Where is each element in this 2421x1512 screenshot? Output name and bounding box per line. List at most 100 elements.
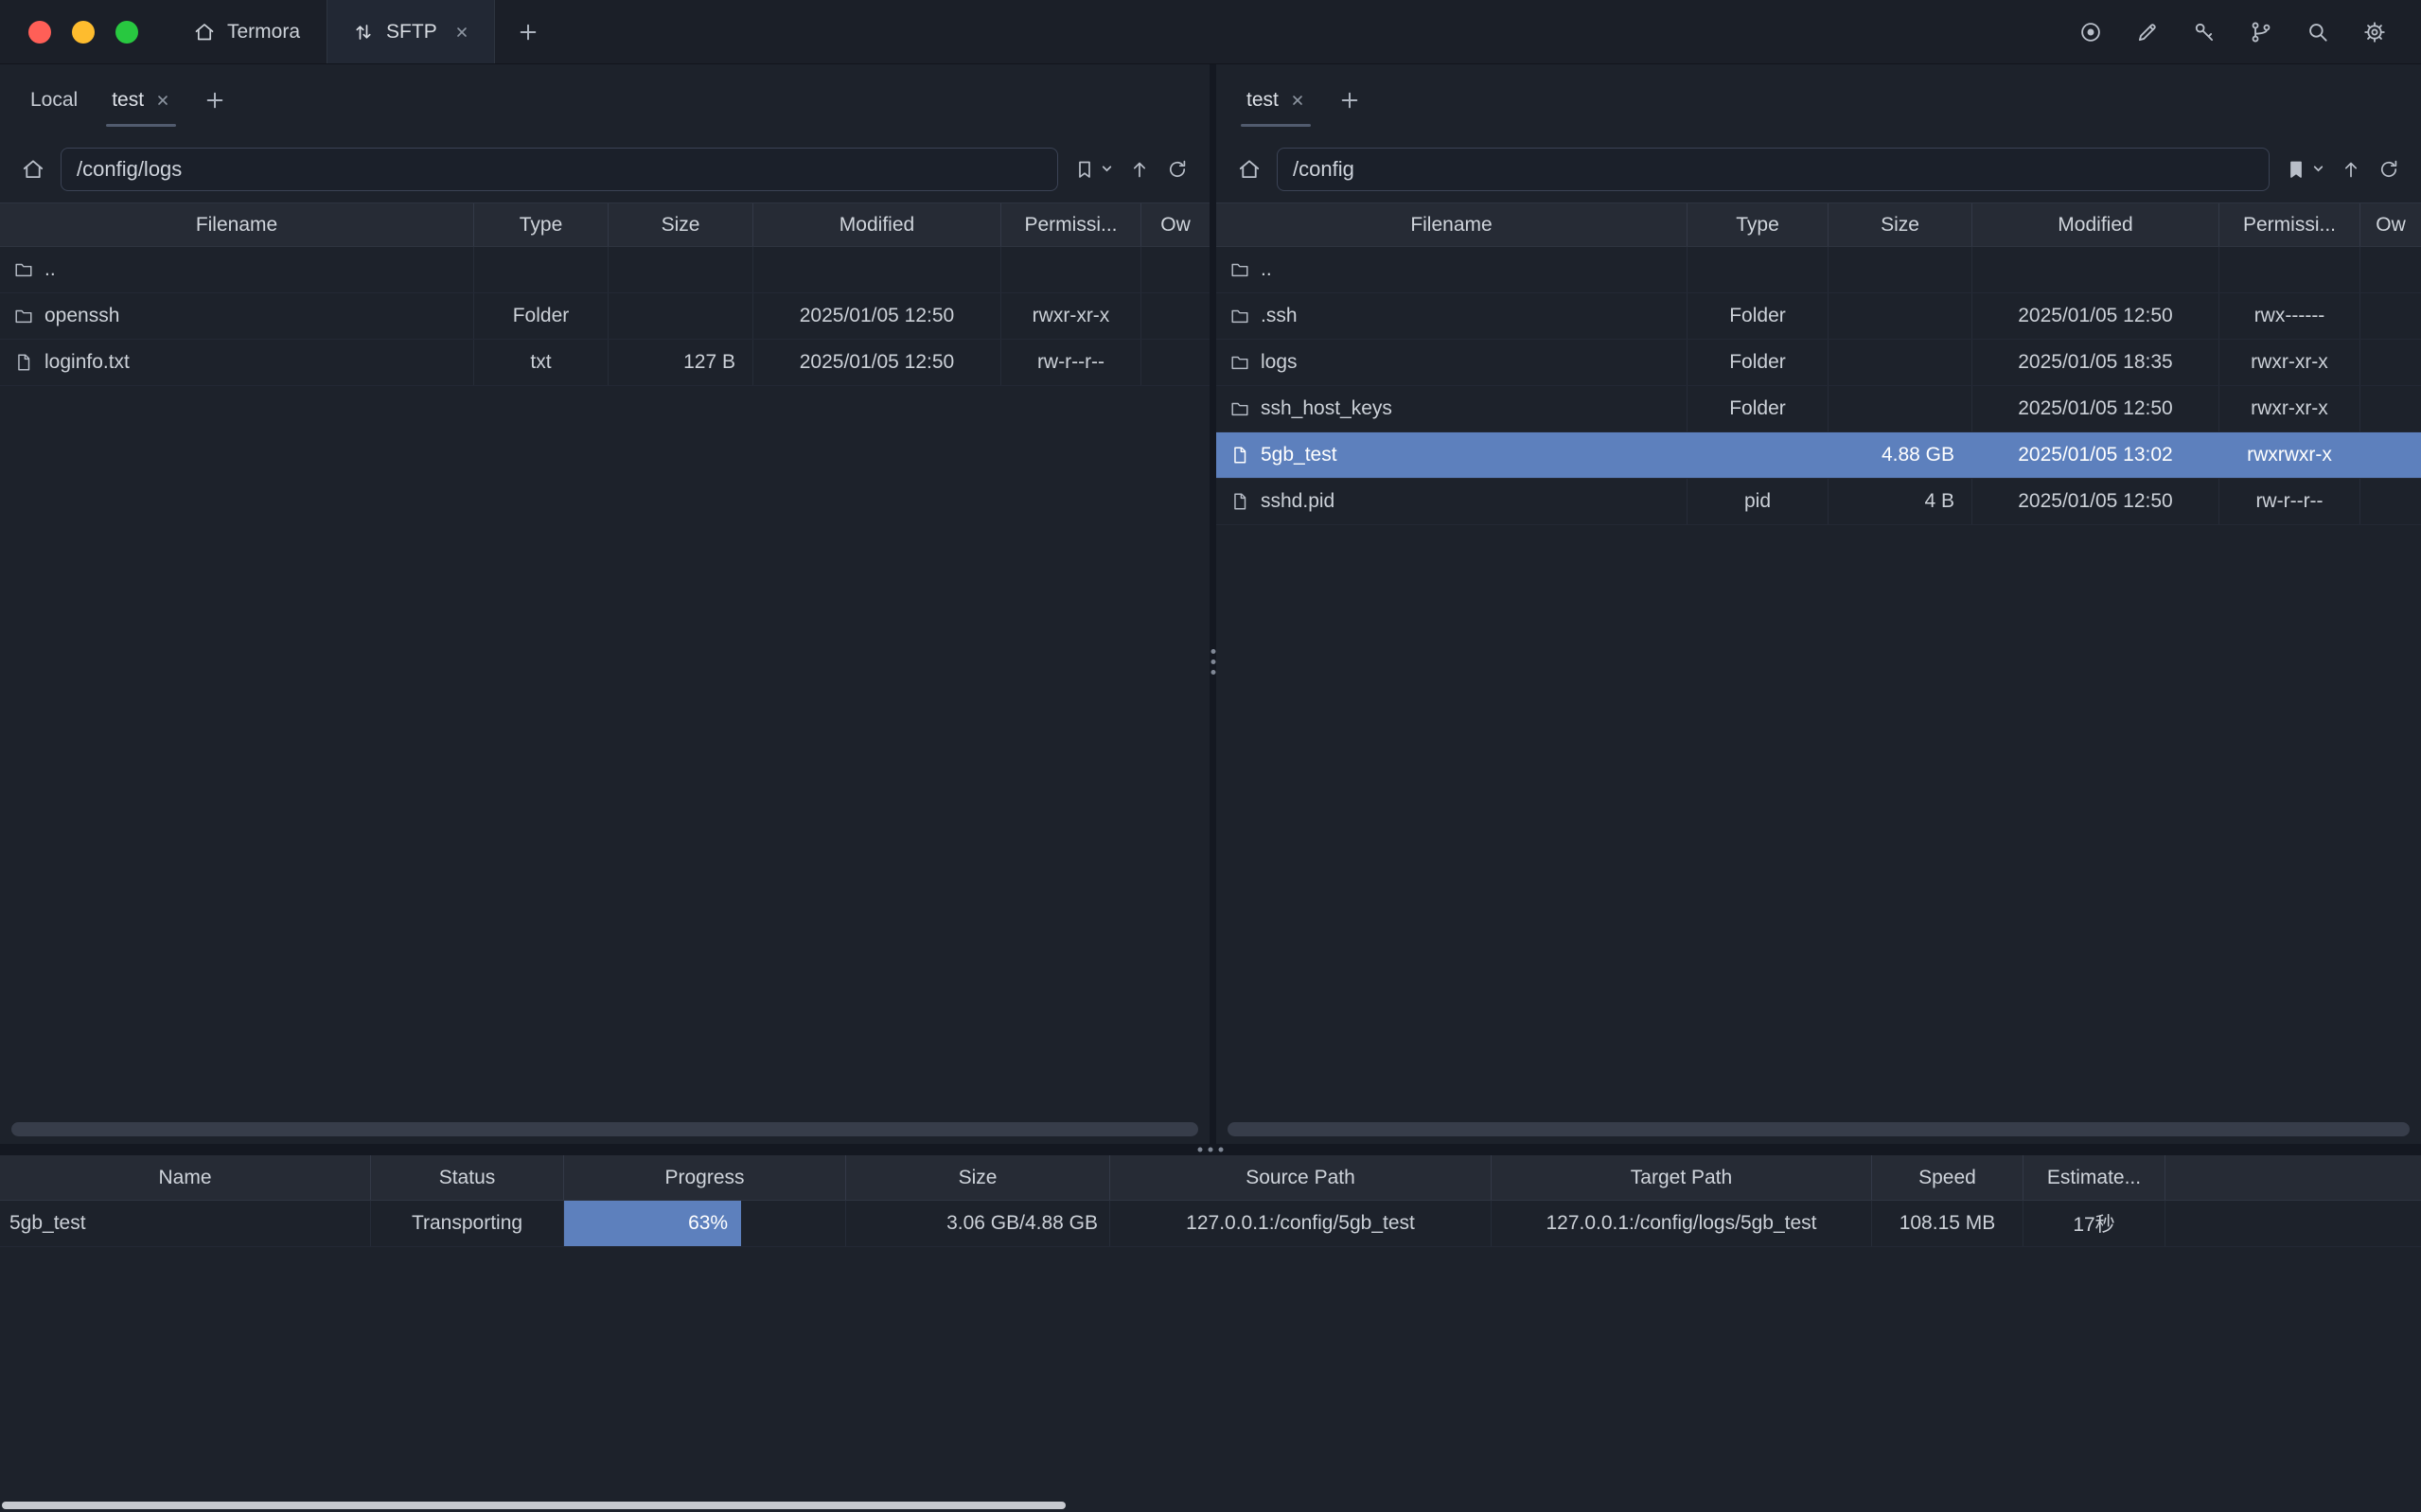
column-header-owner[interactable]: Ow: [2360, 203, 2421, 246]
file-row-logs[interactable]: logs Folder 2025/01/05 18:35 rwxr-xr-x: [1216, 340, 2421, 386]
zoom-window-button[interactable]: [115, 21, 138, 44]
left-tab-local-label: Local: [30, 89, 78, 112]
column-header-progress[interactable]: Progress: [564, 1155, 846, 1200]
right-path-input[interactable]: [1277, 148, 2270, 191]
home-icon: [193, 21, 216, 44]
right-pane: test: [1216, 64, 2421, 1144]
parent-directory-icon[interactable]: [1128, 158, 1151, 181]
left-table-header: Filename Type Size Modified Permissi... …: [0, 202, 1210, 247]
tab-termora[interactable]: Termora: [167, 0, 327, 63]
settings-gear-icon[interactable]: [2362, 20, 2387, 44]
close-tab-icon[interactable]: [155, 93, 170, 108]
file-row-parent[interactable]: ..: [1216, 247, 2421, 293]
close-tab-icon[interactable]: [1290, 93, 1305, 108]
file-owner: [1141, 340, 1210, 385]
left-path-input[interactable]: [61, 148, 1058, 191]
column-header-name[interactable]: Name: [0, 1155, 371, 1200]
new-tab-button[interactable]: [495, 0, 561, 63]
file-permissions: rwx------: [2219, 293, 2360, 339]
file-size: [1829, 340, 1972, 385]
horizontal-splitter[interactable]: [0, 1144, 2421, 1155]
column-header-permissions[interactable]: Permissi...: [2219, 203, 2360, 246]
file-size: [1829, 293, 1972, 339]
refresh-icon[interactable]: [1166, 158, 1189, 181]
right-bookmark-control[interactable]: [2285, 158, 2324, 181]
file-icon: [13, 352, 34, 373]
right-horizontal-scrollbar[interactable]: [1228, 1122, 2410, 1136]
file-modified: 2025/01/05 12:50: [753, 340, 1001, 385]
file-permissions: rwxr-xr-x: [2219, 386, 2360, 431]
edit-icon[interactable]: [2135, 20, 2160, 44]
branch-icon[interactable]: [2249, 20, 2273, 44]
column-header-source-path[interactable]: Source Path: [1110, 1155, 1492, 1200]
right-tab-test[interactable]: test: [1229, 64, 1322, 135]
search-icon[interactable]: [2306, 20, 2330, 44]
file-size: [1829, 386, 1972, 431]
close-window-button[interactable]: [28, 21, 51, 44]
file-name: ..: [1261, 258, 1272, 281]
column-header-status[interactable]: Status: [371, 1155, 564, 1200]
file-type: Folder: [1688, 340, 1829, 385]
left-add-tab-button[interactable]: [187, 64, 242, 135]
file-name: sshd.pid: [1261, 490, 1334, 513]
file-owner: [2360, 479, 2421, 524]
column-header-type[interactable]: Type: [1688, 203, 1829, 246]
transfer-size: 3.06 GB/4.88 GB: [846, 1201, 1110, 1246]
file-row-sshd-pid[interactable]: sshd.pid pid 4 B 2025/01/05 12:50 rw-r--…: [1216, 479, 2421, 525]
file-owner: [1141, 247, 1210, 292]
titlebar: Termora SFTP: [0, 0, 2421, 64]
right-add-tab-button[interactable]: [1322, 64, 1377, 135]
column-header-filename[interactable]: Filename: [0, 203, 474, 246]
column-header-size[interactable]: Size: [609, 203, 753, 246]
vertical-splitter[interactable]: [1210, 64, 1216, 1144]
home-icon[interactable]: [21, 157, 45, 182]
file-type: Folder: [474, 293, 609, 339]
file-row-5gb-test-selected[interactable]: 5gb_test 4.88 GB 2025/01/05 13:02 rwxrwx…: [1216, 432, 2421, 479]
column-header-filename[interactable]: Filename: [1216, 203, 1688, 246]
file-name: 5gb_test: [1261, 444, 1337, 466]
record-icon[interactable]: [2078, 20, 2103, 44]
transfer-horizontal-scrollbar[interactable]: [2, 1502, 1066, 1509]
left-bookmark-control[interactable]: [1073, 158, 1113, 181]
close-tab-icon[interactable]: [454, 25, 469, 40]
left-file-list: .. openssh Folder: [0, 247, 1210, 1144]
minimize-window-button[interactable]: [72, 21, 95, 44]
file-size: 4.88 GB: [1829, 432, 1972, 478]
file-permissions: rw-r--r--: [2219, 479, 2360, 524]
transfer-table-header: Name Status Progress Size Source Path Ta…: [0, 1155, 2421, 1201]
file-type: [1688, 247, 1829, 292]
file-name: loginfo.txt: [44, 351, 130, 374]
folder-icon: [1229, 352, 1250, 373]
left-horizontal-scrollbar[interactable]: [11, 1122, 1198, 1136]
refresh-icon[interactable]: [2377, 158, 2400, 181]
key-icon[interactable]: [2192, 20, 2217, 44]
column-header-target-path[interactable]: Target Path: [1492, 1155, 1872, 1200]
file-row-ssh-host-keys[interactable]: ssh_host_keys Folder 2025/01/05 12:50 rw…: [1216, 386, 2421, 432]
parent-directory-icon[interactable]: [2340, 158, 2362, 181]
transfer-row-5gb-test[interactable]: 5gb_test Transporting 63% 3.06 GB/4.88 G…: [0, 1201, 2421, 1247]
column-header-owner[interactable]: Ow: [1141, 203, 1210, 246]
right-tab-test-label: test: [1246, 89, 1279, 112]
column-header-size[interactable]: Size: [1829, 203, 1972, 246]
column-header-modified[interactable]: Modified: [753, 203, 1001, 246]
left-tab-local[interactable]: Local: [13, 64, 95, 135]
column-header-permissions[interactable]: Permissi...: [1001, 203, 1141, 246]
transfer-source-path: 127.0.0.1:/config/5gb_test: [1110, 1201, 1492, 1246]
file-row-openssh[interactable]: openssh Folder 2025/01/05 12:50 rwxr-xr-…: [0, 293, 1210, 340]
column-header-modified[interactable]: Modified: [1972, 203, 2219, 246]
column-header-speed[interactable]: Speed: [1872, 1155, 2023, 1200]
column-header-size[interactable]: Size: [846, 1155, 1110, 1200]
splitter-grip-icon: [1198, 1148, 1224, 1152]
column-header-type[interactable]: Type: [474, 203, 609, 246]
file-row-loginfo[interactable]: loginfo.txt txt 127 B 2025/01/05 12:50 r…: [0, 340, 1210, 386]
file-permissions: [2219, 247, 2360, 292]
file-row-parent[interactable]: ..: [0, 247, 1210, 293]
left-tab-test[interactable]: test: [95, 64, 187, 135]
column-header-estimate[interactable]: Estimate...: [2023, 1155, 2165, 1200]
transfer-estimate: 17秒: [2023, 1201, 2165, 1246]
right-table-header: Filename Type Size Modified Permissi... …: [1216, 202, 2421, 247]
home-icon[interactable]: [1237, 157, 1262, 182]
file-size: 4 B: [1829, 479, 1972, 524]
file-row-ssh[interactable]: .ssh Folder 2025/01/05 12:50 rwx------: [1216, 293, 2421, 340]
tab-sftp[interactable]: SFTP: [327, 0, 495, 63]
